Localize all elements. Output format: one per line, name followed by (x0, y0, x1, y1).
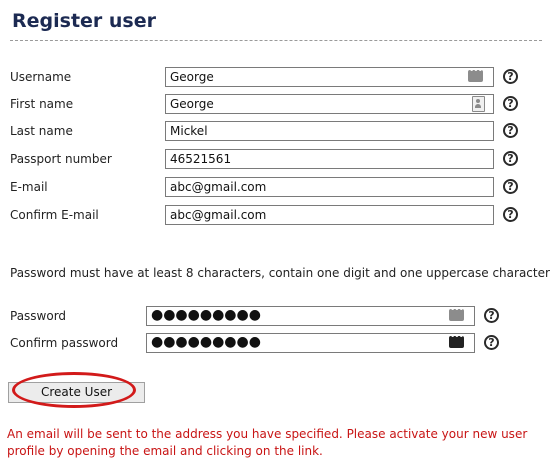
first-name-row: First name George ? (0, 94, 550, 116)
help-icon[interactable]: ? (503, 96, 518, 111)
password-manager-icon[interactable] (449, 305, 464, 321)
create-user-button[interactable]: Create User (8, 382, 145, 403)
title-divider (10, 40, 542, 41)
confirm-password-label: Confirm password (10, 336, 119, 350)
password-requirements-note: Password must have at least 8 characters… (10, 266, 550, 280)
help-icon[interactable]: ? (484, 308, 499, 323)
password-input[interactable]: ●●●●●●●●● (146, 306, 475, 326)
email-input[interactable]: abc@gmail.com (165, 177, 494, 197)
confirm-password-row: Confirm password ●●●●●●●●● ? (0, 332, 550, 355)
help-icon[interactable]: ? (503, 123, 518, 138)
password-manager-icon[interactable] (449, 332, 464, 348)
help-icon[interactable]: ? (503, 151, 518, 166)
email-row: E-mail abc@gmail.com ? (0, 177, 550, 199)
confirm-email-input[interactable]: abc@gmail.com (165, 205, 494, 225)
username-label: Username (10, 70, 72, 84)
first-name-input[interactable]: George (165, 94, 494, 114)
activation-info-message: An email will be sent to the address you… (7, 427, 528, 458)
password-label: Password (10, 309, 67, 323)
username-input[interactable]: George (165, 67, 494, 87)
confirm-email-row: Confirm E-mail abc@gmail.com ? (0, 205, 550, 227)
page-title: Register user (12, 10, 156, 32)
help-icon[interactable]: ? (503, 179, 518, 194)
last-name-row: Last name Mickel ? (0, 121, 550, 143)
passport-number-row: Passport number 46521561 ? (0, 149, 550, 171)
help-icon[interactable]: ? (484, 335, 499, 350)
last-name-label: Last name (10, 124, 73, 138)
passport-number-label: Passport number (10, 152, 112, 166)
password-row: Password ●●●●●●●●● ? (0, 305, 550, 328)
email-label: E-mail (10, 180, 48, 194)
help-icon[interactable]: ? (503, 207, 518, 222)
passport-number-input[interactable]: 46521561 (165, 149, 494, 169)
password-manager-icon[interactable] (468, 66, 483, 82)
confirm-password-input[interactable]: ●●●●●●●●● (146, 333, 475, 353)
username-row: Username George ? (0, 66, 550, 89)
confirm-email-label: Confirm E-mail (10, 208, 99, 222)
help-icon[interactable]: ? (503, 69, 518, 84)
last-name-input[interactable]: Mickel (165, 121, 494, 141)
first-name-label: First name (10, 97, 74, 111)
contact-card-icon[interactable] (472, 96, 485, 112)
